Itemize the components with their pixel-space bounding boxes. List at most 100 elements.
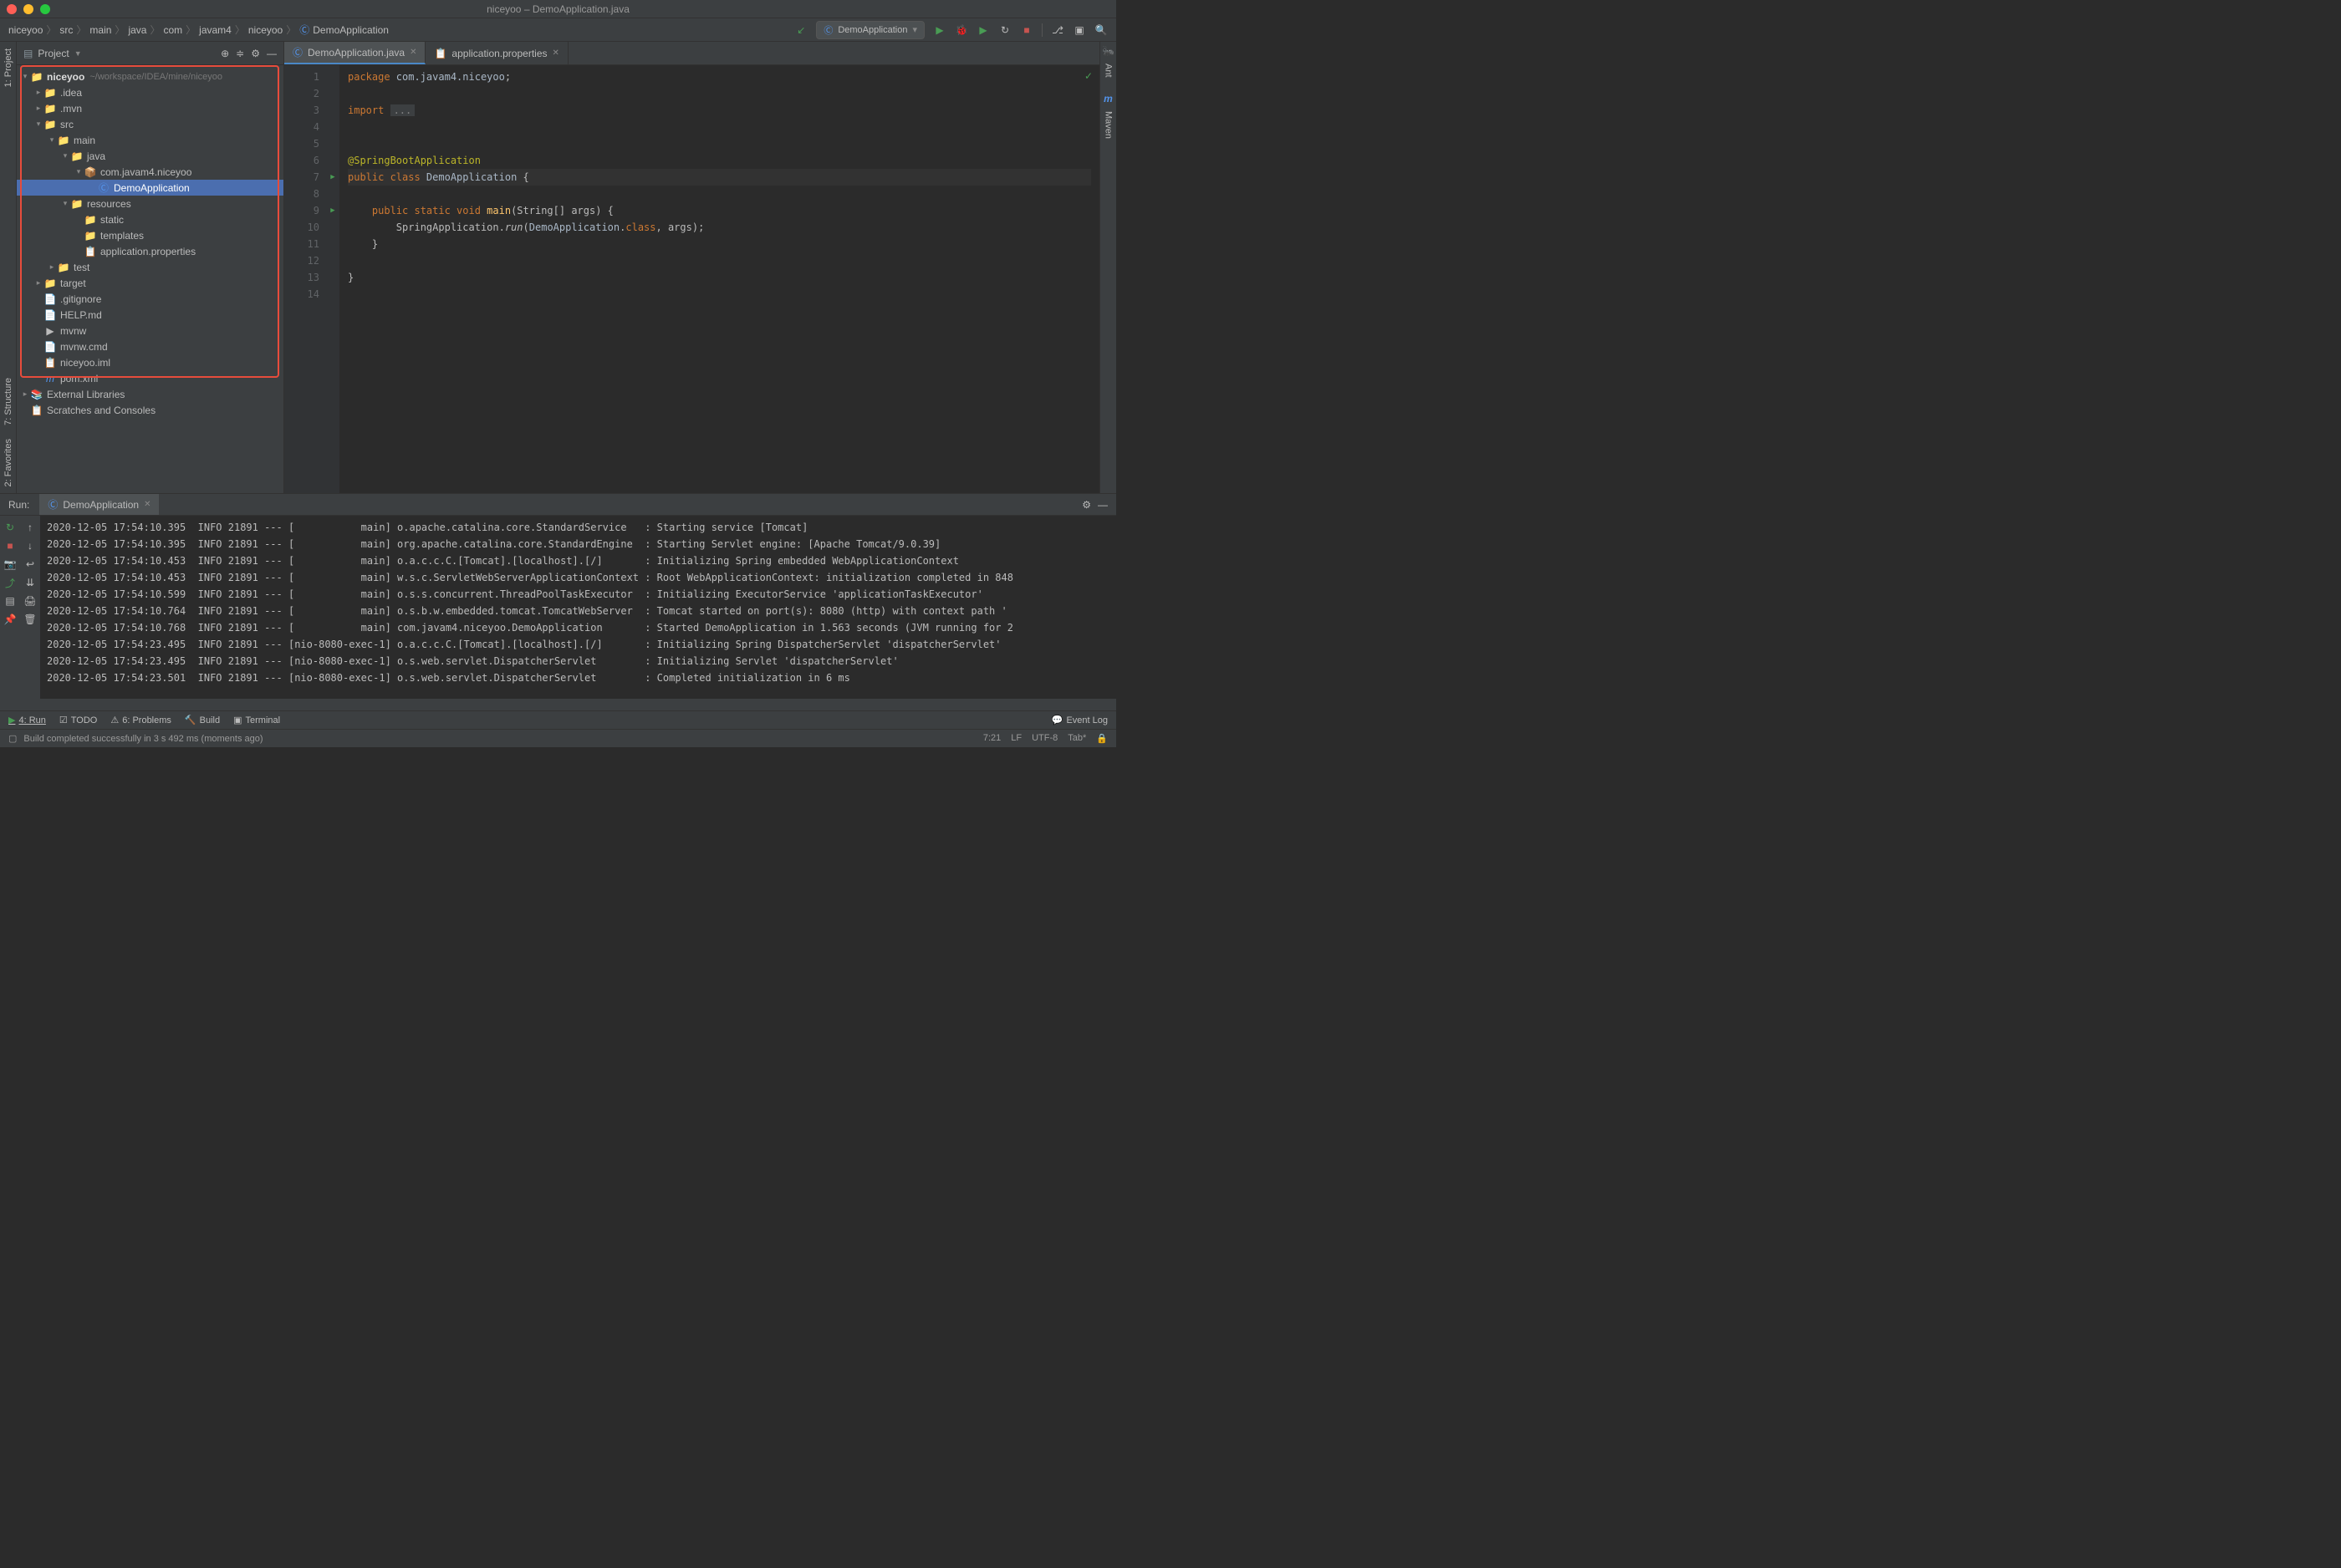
settings-icon[interactable]: ⚙ [1082,499,1091,511]
tree-item[interactable]: ▸📁target [17,275,283,291]
breadcrumb-item[interactable]: DemoApplication [313,24,389,36]
tree-item[interactable]: 📄.gitignore [17,291,283,307]
tree-item[interactable]: 📋application.properties [17,243,283,259]
breadcrumb-item[interactable]: com [163,24,182,36]
run-tab-button[interactable]: ▶4: Run [8,715,46,725]
project-tool-button[interactable]: 1: Project [3,42,13,94]
stop-icon[interactable]: ■ [1020,23,1033,37]
tree-item[interactable]: ▾📁main [17,132,283,148]
console-output[interactable]: 2020-12-05 17:54:10.395 INFO 21891 --- [… [40,516,1116,699]
tree-item[interactable]: ▸📁.mvn [17,100,283,116]
breadcrumb-item[interactable]: javam4 [199,24,232,36]
close-window[interactable] [7,4,17,14]
exit-icon[interactable]: ⤴ [3,576,17,589]
editor-area: Ⓒ DemoApplication.java ✕ 📋 application.p… [284,42,1099,493]
run-icon[interactable]: ▶ [933,23,946,37]
tree-item[interactable]: ▸📁test [17,259,283,275]
dropdown-icon[interactable]: ▼ [74,49,82,58]
run-body: ↻ ■ 📷 ⤴ ▤ 📌 ↑ ↓ ↩ ⇊ 🖨 🗑 2020-12-05 17:54… [0,516,1116,699]
ant-tool-button[interactable]: Ant [1104,57,1114,84]
code-editor[interactable]: ✓ 1234567891011121314 ▶ ▶ package com.ja… [284,65,1099,493]
hide-icon[interactable]: — [1098,499,1108,511]
terminal-tab-button[interactable]: ▣Terminal [233,715,280,725]
breadcrumb-item[interactable]: java [128,24,146,36]
run-line-icon[interactable]: ▶ [326,202,339,219]
close-icon[interactable]: ✕ [410,48,416,57]
build-icon[interactable]: ↙ [794,23,808,37]
tree-root[interactable]: ▾📁niceyoo~/workspace/IDEA/mine/niceyoo [17,69,283,84]
tree-item[interactable]: mpom.xml [17,370,283,386]
down-icon[interactable]: ↓ [23,539,37,552]
rerun-icon[interactable]: ↻ [3,521,17,534]
tab-label: application.properties [451,48,547,59]
tree-item[interactable]: 📄HELP.md [17,307,283,323]
event-log-button[interactable]: 💬Event Log [1052,715,1108,725]
navigation-bar: niceyoo〉 src〉 main〉 java〉 com〉 javam4〉 n… [0,18,1116,42]
editor-tabs: Ⓒ DemoApplication.java ✕ 📋 application.p… [284,42,1099,65]
tree-item[interactable]: ▾📁java [17,148,283,164]
dump-icon[interactable]: 📷 [3,557,17,571]
window-controls [7,4,50,14]
editor-tab[interactable]: 📋 application.properties ✕ [426,42,568,64]
status-icon[interactable]: ▢ [8,733,17,744]
settings-icon[interactable]: ⚙ [251,48,260,59]
structure-tool-button[interactable]: 7: Structure [3,371,13,432]
tree-item[interactable]: ▾📁resources [17,196,283,211]
editor-tab-active[interactable]: Ⓒ DemoApplication.java ✕ [284,42,426,64]
maven-tool-button[interactable]: Maven [1104,104,1114,145]
tree-item[interactable]: 📁static [17,211,283,227]
window-icon[interactable]: ▣ [1073,23,1086,37]
debug-icon[interactable]: 🐞 [955,23,968,37]
lock-icon[interactable]: 🔒 [1096,733,1108,744]
scroll-icon[interactable]: ⇊ [23,576,37,589]
collapse-icon[interactable]: ≑ [236,48,244,59]
pin-icon[interactable]: 📌 [3,613,17,626]
tree-item[interactable]: 📄mvnw.cmd [17,339,283,354]
maximize-window[interactable] [40,4,50,14]
coverage-icon[interactable]: ▶ [977,23,990,37]
maven-icon[interactable]: m [1104,93,1113,104]
tree-item[interactable]: ▶mvnw [17,323,283,339]
breadcrumb-item[interactable]: niceyoo [8,24,43,36]
favorites-tool-button[interactable]: 2: Favorites [3,432,13,493]
close-icon[interactable]: ✕ [144,500,150,509]
search-icon[interactable]: 🔍 [1094,23,1108,37]
tree-external-libs[interactable]: ▸📚External Libraries [17,386,283,402]
run-line-icon[interactable]: ▶ [326,169,339,186]
profile-icon[interactable]: ↻ [998,23,1012,37]
breadcrumb-item[interactable]: niceyoo [248,24,283,36]
breadcrumb-item[interactable]: src [59,24,73,36]
cursor-position[interactable]: 7:21 [983,733,1001,744]
tree-item[interactable]: ▾📦com.javam4.niceyoo [17,164,283,180]
ant-icon[interactable]: 🐜 [1102,45,1114,57]
indent[interactable]: Tab* [1068,733,1086,744]
todo-tab-button[interactable]: ☑TODO [59,715,97,725]
problems-tab-button[interactable]: ⚠6: Problems [110,715,171,725]
breadcrumb-item[interactable]: main [89,24,111,36]
line-separator[interactable]: LF [1011,733,1022,744]
tree-scratches[interactable]: 📋Scratches and Consoles [17,402,283,418]
scrollbar[interactable] [0,699,1116,710]
tree-item[interactable]: ▸📁.idea [17,84,283,100]
run-configuration-selector[interactable]: Ⓒ DemoApplication ▾ [816,21,925,39]
git-icon[interactable]: ⎇ [1051,23,1064,37]
encoding[interactable]: UTF-8 [1032,733,1058,744]
hide-icon[interactable]: — [267,48,277,59]
minimize-window[interactable] [23,4,33,14]
build-tab-button[interactable]: 🔨Build [185,715,220,725]
tree-item[interactable]: 📋niceyoo.iml [17,354,283,370]
statusbar: ▢ Build completed successfully in 3 s 49… [0,729,1116,747]
run-tab[interactable]: Ⓒ DemoApplication ✕ [39,494,159,515]
code-content[interactable]: package com.javam4.niceyoo; import ... @… [339,65,1099,493]
stop-icon[interactable]: ■ [3,539,17,552]
print-icon[interactable]: 🖨 [23,594,37,608]
locate-icon[interactable]: ⊕ [221,48,229,59]
up-icon[interactable]: ↑ [23,521,37,534]
tree-item[interactable]: ▾📁src [17,116,283,132]
wrap-icon[interactable]: ↩ [23,557,37,571]
clear-icon[interactable]: 🗑 [23,613,37,626]
tree-item-selected[interactable]: ⒸDemoApplication [17,180,283,196]
layout-icon[interactable]: ▤ [3,594,17,608]
close-icon[interactable]: ✕ [553,48,559,58]
tree-item[interactable]: 📁templates [17,227,283,243]
